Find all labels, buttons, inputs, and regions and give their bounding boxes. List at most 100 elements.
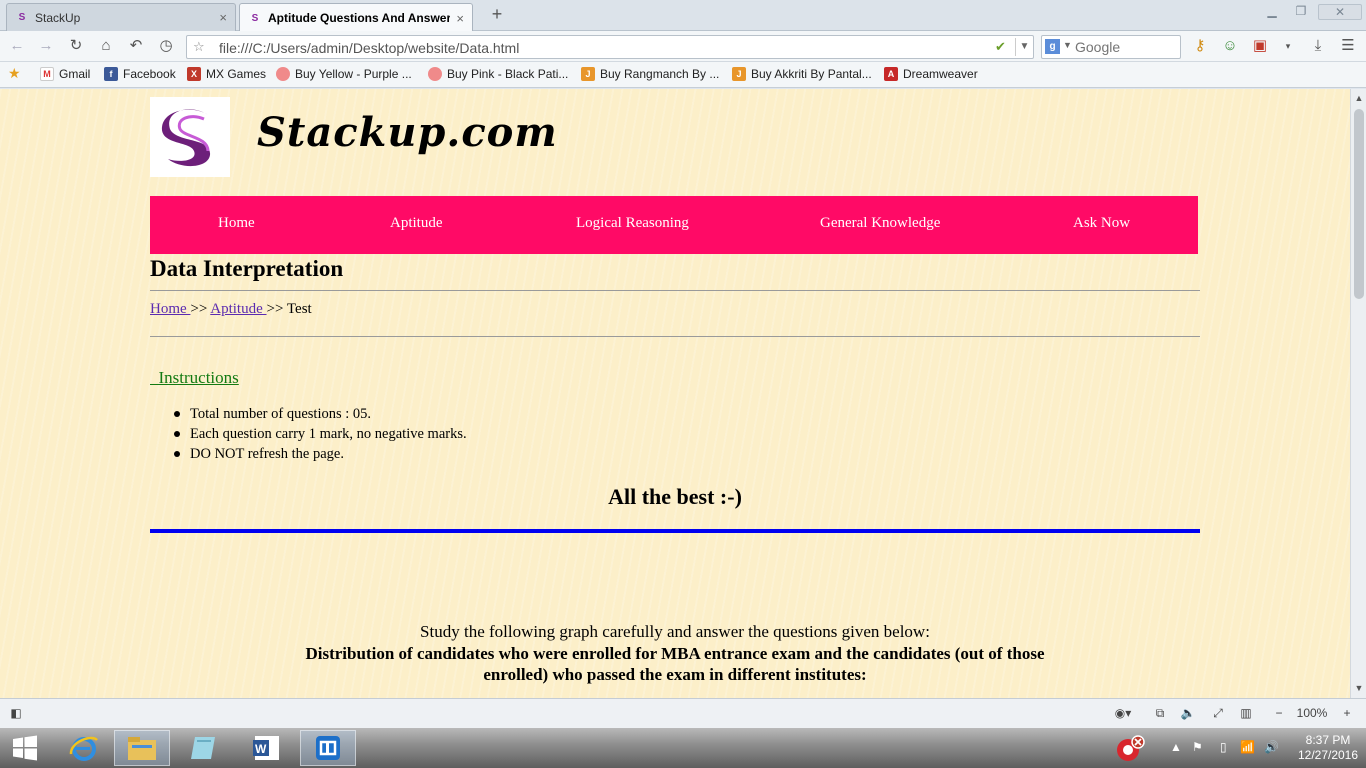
scroll-down-icon[interactable]: ▼ (1351, 681, 1366, 695)
key-icon[interactable]: ⚷ (1190, 37, 1210, 55)
tab-close-icon[interactable]: × (456, 11, 464, 26)
user-icon[interactable]: ☺ (1220, 37, 1240, 55)
file-explorer-taskbar-icon[interactable] (114, 730, 170, 766)
home-icon[interactable]: ⌂ (96, 37, 116, 55)
study-instruction: Study the following graph carefully and … (420, 622, 930, 641)
download-icon[interactable]: ⤓ (1308, 37, 1328, 55)
search-engine-dropdown-icon[interactable]: ▼ (1063, 40, 1072, 50)
new-tab-button[interactable]: + (486, 4, 508, 25)
windows-logo-icon (13, 735, 37, 761)
breadcrumb-aptitude-link[interactable]: Aptitude (210, 301, 266, 317)
tab-close-icon[interactable]: × (219, 10, 227, 25)
notes-taskbar-icon[interactable] (176, 730, 232, 766)
hamburger-menu-icon[interactable]: ☰ (1338, 37, 1358, 55)
navigation-bar: ← → ↻ ⌂ ↶ ◷ ☆ file:///C:/Users/admin/Des… (0, 31, 1366, 62)
bookmark-buy-pink[interactable]: Buy Pink - Black Pati... (428, 67, 568, 81)
bookmark-buy-yellow[interactable]: Buy Yellow - Purple ... (276, 67, 412, 81)
bookmark-label: Buy Pink - Black Pati... (447, 67, 569, 81)
stackup-logo-icon (161, 109, 211, 167)
back-arrow-icon[interactable]: ← (7, 37, 27, 55)
zoom-out-icon[interactable]: − (1270, 706, 1288, 720)
bookmark-gmail[interactable]: M Gmail (40, 67, 90, 81)
bookmark-label: Gmail (59, 67, 91, 81)
mx-games-icon: X (187, 67, 201, 81)
nav-home[interactable]: Home (218, 215, 255, 232)
adobe-icon: A (884, 67, 898, 81)
stackup-favicon-icon: S (18, 12, 26, 23)
instructions-list: Total number of questions : 05. Each que… (174, 404, 467, 464)
screenshot-icon[interactable]: ⧉ (1150, 706, 1170, 721)
instruction-item: Total number of questions : 05. (174, 404, 467, 424)
stackup-logo[interactable] (150, 97, 230, 177)
compat-mode-icon[interactable]: ◉▾ (1110, 706, 1136, 720)
scroll-up-icon[interactable]: ▲ (1351, 91, 1366, 105)
nav-aptitude[interactable]: Aptitude (390, 215, 443, 232)
tab-label: StackUp (35, 10, 81, 25)
bookmark-dreamweaver[interactable]: A Dreamweaver (884, 67, 978, 81)
bookmark-buy-akkriti[interactable]: J Buy Akkriti By Pantal... (732, 67, 872, 81)
tab-label: Aptitude Questions And Answer... (268, 11, 451, 25)
undo-icon[interactable]: ↶ (126, 37, 146, 55)
tab-aptitude[interactable]: S Aptitude Questions And Answer... × (239, 3, 473, 32)
window-close-icon[interactable]: ✕ (1318, 4, 1362, 20)
search-box[interactable]: g ▼ (1041, 35, 1181, 59)
zoom-level[interactable]: 100% (1294, 706, 1330, 720)
sidebar-toggle-icon[interactable]: ◧ (6, 706, 26, 720)
taskbar-clock[interactable]: 8:37 PM 12/27/2016 (1290, 733, 1366, 763)
battery-icon[interactable]: ▯ (1220, 740, 1227, 754)
minimize-icon[interactable]: ▁ (1258, 4, 1286, 20)
breadcrumb-home-link[interactable]: Home (150, 301, 190, 317)
volume-icon[interactable]: 🔈 (1178, 706, 1198, 720)
distribution-caption: Distribution of candidates who were enro… (305, 644, 1045, 684)
forward-arrow-icon[interactable]: → (36, 37, 56, 55)
bookmark-buy-rangmanch[interactable]: J Buy Rangmanch By ... (581, 67, 719, 81)
url-text[interactable]: file:///C:/Users/admin/Desktop/website/D… (219, 40, 519, 56)
network-icon[interactable]: 📶 (1240, 740, 1255, 754)
bookmarks-bar: ★ M Gmail f Facebook X MX Games Buy Yellow … (0, 62, 1366, 88)
address-bar[interactable]: ☆ file:///C:/Users/admin/Desktop/website… (186, 35, 1034, 59)
split-view-icon[interactable]: ▥ (1236, 706, 1256, 720)
tab-stackup[interactable]: S StackUp × (6, 3, 236, 31)
search-input[interactable] (1075, 39, 1175, 55)
zoom-in-icon[interactable]: + (1338, 706, 1356, 720)
bookmark-label: Buy Rangmanch By ... (600, 67, 720, 81)
favorite-star-icon[interactable]: ☆ (193, 39, 205, 55)
nav-general-knowledge[interactable]: General Knowledge (820, 215, 940, 232)
url-dropdown-icon[interactable]: ▼ (1015, 38, 1033, 56)
jabong-icon: J (581, 67, 595, 81)
clock-time: 8:37 PM (1305, 733, 1351, 747)
main-nav: Home Aptitude Logical Reasoning General … (150, 196, 1198, 254)
restore-icon[interactable]: ❐ (1287, 4, 1315, 20)
bookmark-facebook[interactable]: f Facebook (104, 67, 176, 81)
bookmark-label: MX Games (206, 67, 267, 81)
bookmark-label: Facebook (123, 67, 176, 81)
go-icon[interactable]: ✔ (995, 39, 1006, 55)
action-center-flag-icon[interactable]: ⚑ (1192, 740, 1203, 754)
fullscreen-icon[interactable]: ⤢ (1208, 706, 1228, 721)
start-button[interactable] (0, 730, 50, 766)
speaker-icon[interactable]: 🔊 (1264, 740, 1279, 754)
bookmark-mx-games[interactable]: X MX Games (187, 67, 266, 81)
history-clock-icon[interactable]: ◷ (156, 37, 176, 55)
reload-icon[interactable]: ↻ (66, 37, 86, 55)
nav-ask-now[interactable]: Ask Now (1073, 215, 1130, 232)
instructions-link[interactable]: Instructions (150, 368, 239, 388)
status-bar: ◧ ◉▾ ⧉ 🔈 ⤢ ▥ − 100% + (0, 698, 1366, 728)
mx-games-icon[interactable]: ▣ (1250, 37, 1270, 55)
breadcrumb-separator: >> (266, 301, 287, 317)
maxthon-taskbar-icon[interactable] (300, 730, 356, 766)
jabong-icon: J (732, 67, 746, 81)
page-scrollbar[interactable]: ▲ ▼ (1350, 89, 1366, 698)
internet-explorer-taskbar-icon[interactable] (56, 730, 112, 766)
scrollbar-thumb[interactable] (1354, 109, 1364, 299)
security-alert-icon[interactable] (1108, 730, 1152, 766)
google-icon[interactable]: g (1045, 39, 1060, 54)
svg-text:W: W (255, 742, 267, 756)
bookmark-star-icon[interactable]: ★ (8, 65, 21, 82)
divider (150, 290, 1200, 291)
tray-expand-icon[interactable]: ▲ (1170, 740, 1182, 754)
nav-logical-reasoning[interactable]: Logical Reasoning (576, 215, 689, 232)
shop-icon (428, 67, 442, 81)
menu-dropdown-icon[interactable]: ▾ (1278, 37, 1298, 55)
word-taskbar-icon[interactable]: W (238, 730, 294, 766)
